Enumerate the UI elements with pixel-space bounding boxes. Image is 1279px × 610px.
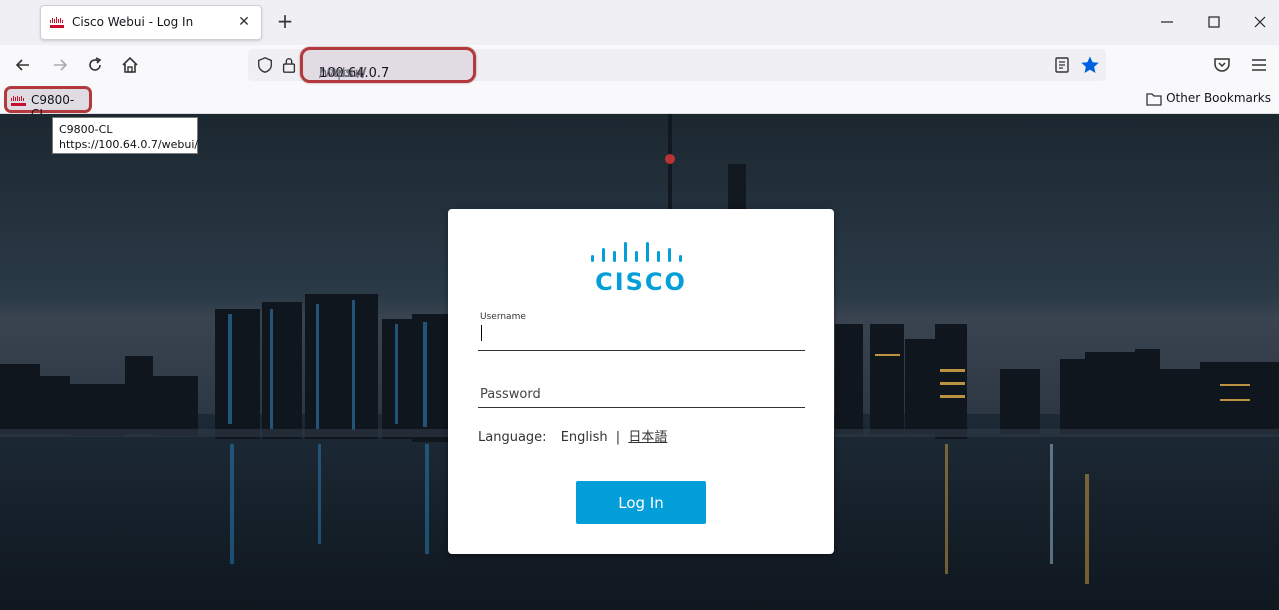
language-japanese-link[interactable]: 日本語	[628, 430, 667, 445]
nav-bar: https://100.64.0.7/webui/	[0, 45, 1279, 85]
browser-tab[interactable]: Cisco Webui - Log In ✕	[40, 5, 262, 40]
cisco-favicon-icon	[11, 96, 26, 106]
bookmark-tooltip: C9800-CL https://100.64.0.7/webui/	[52, 117, 198, 154]
cisco-logo-text: CISCO	[595, 268, 687, 296]
other-bookmarks[interactable]: Other Bookmarks	[1146, 91, 1271, 106]
folder-icon	[1146, 92, 1162, 106]
login-card: CISCO Username Language: English | 日本語 L…	[448, 209, 834, 554]
close-tab-icon[interactable]: ✕	[235, 13, 253, 31]
cisco-bars-icon	[591, 242, 682, 262]
username-input[interactable]	[478, 324, 809, 350]
forward-icon[interactable]	[50, 55, 70, 75]
tooltip-url: https://100.64.0.7/webui/	[59, 138, 199, 151]
username-field[interactable]: Username	[478, 312, 809, 351]
url-address[interactable]: https://100.64.0.7/webui/	[300, 47, 476, 83]
bookmarks-bar: C9800-CL Other Bookmarks	[0, 85, 1279, 121]
lock-icon[interactable]	[281, 56, 297, 74]
tab-strip: Cisco Webui - Log In ✕ +	[0, 0, 1279, 46]
cisco-logo: CISCO	[590, 239, 692, 296]
close-window-icon[interactable]	[1250, 12, 1270, 32]
bookmark-c9800-cl[interactable]: C9800-CL	[4, 86, 92, 121]
password-field[interactable]	[478, 379, 809, 408]
language-separator: |	[615, 430, 621, 445]
reader-view-icon[interactable]	[1053, 56, 1071, 74]
back-icon[interactable]	[13, 55, 33, 75]
tooltip-title: C9800-CL	[59, 123, 113, 136]
language-label: Language:	[478, 430, 547, 445]
pocket-icon[interactable]	[1212, 55, 1232, 75]
minimize-icon[interactable]	[1157, 12, 1177, 32]
language-selector: Language: English | 日本語	[478, 426, 667, 445]
star-bookmark-icon[interactable]	[1080, 55, 1100, 75]
username-label: Username	[480, 312, 526, 322]
password-input[interactable]	[478, 381, 809, 407]
reload-icon[interactable]	[85, 55, 105, 75]
url-path: /webui/	[319, 66, 367, 81]
new-tab-icon[interactable]: +	[275, 11, 295, 31]
cisco-favicon-icon	[50, 17, 64, 28]
menu-icon[interactable]	[1249, 55, 1269, 75]
shield-icon[interactable]	[256, 56, 274, 74]
other-bookmarks-label: Other Bookmarks	[1166, 91, 1271, 105]
home-icon[interactable]	[120, 55, 140, 75]
maximize-icon[interactable]	[1204, 12, 1224, 32]
login-button[interactable]: Log In	[576, 481, 706, 524]
language-english-link[interactable]: English	[561, 430, 608, 445]
tab-title: Cisco Webui - Log In	[72, 15, 194, 29]
